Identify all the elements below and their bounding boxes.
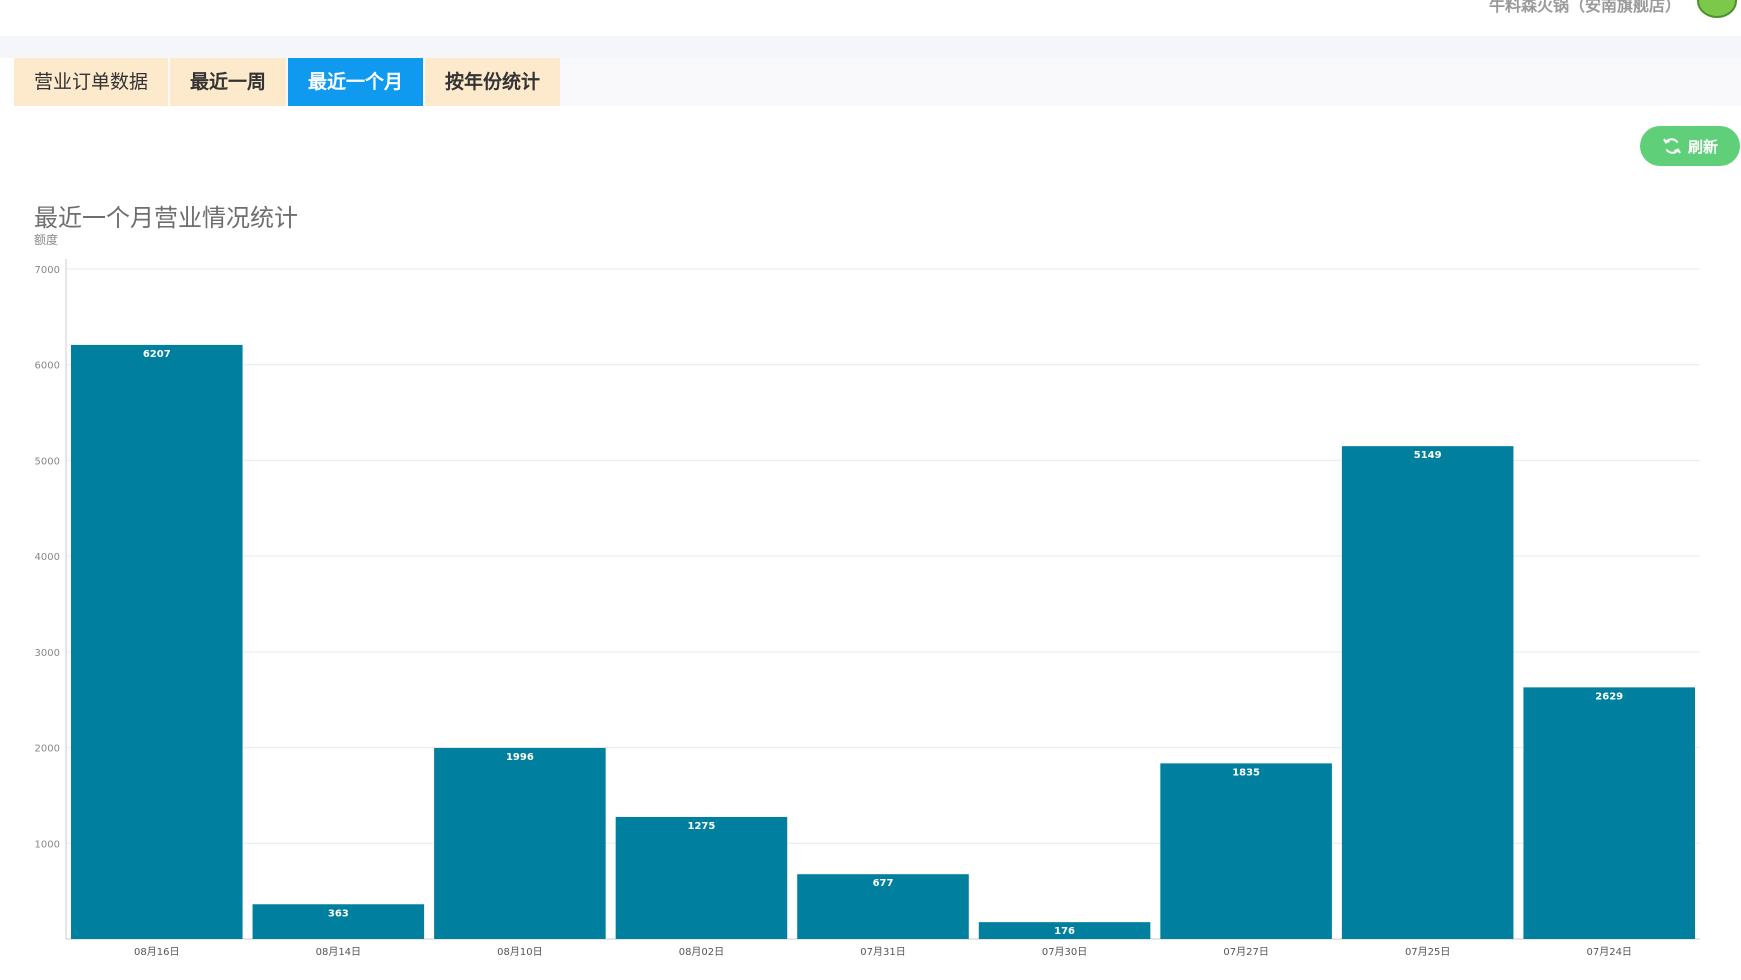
x-tick-label: 07月27日 xyxy=(1223,946,1268,958)
x-tick-label: 08月10日 xyxy=(497,946,542,958)
bar-value-label: 2629 xyxy=(1595,691,1623,702)
bar-value-label: 677 xyxy=(873,878,894,889)
bar-value-label: 1835 xyxy=(1232,767,1260,778)
bar xyxy=(1523,687,1695,939)
bar xyxy=(1160,763,1332,939)
y-tick-label: 4000 xyxy=(35,552,60,563)
bar-value-label: 5149 xyxy=(1414,450,1442,461)
bar-value-label: 6207 xyxy=(143,349,171,360)
bar-value-label: 176 xyxy=(1054,926,1075,937)
x-tick-label: 07月25日 xyxy=(1405,946,1450,958)
bar xyxy=(434,747,606,939)
y-tick-label: 2000 xyxy=(35,744,60,755)
bar-value-label: 363 xyxy=(328,908,349,919)
y-tick-label: 1000 xyxy=(35,839,60,850)
x-tick-label: 08月02日 xyxy=(679,946,724,958)
bar xyxy=(1341,446,1514,939)
bar xyxy=(71,344,243,939)
y-tick-label: 6000 xyxy=(35,361,60,372)
x-tick-label: 07月24日 xyxy=(1586,946,1631,958)
x-tick-label: 07月31日 xyxy=(860,946,905,958)
bar-chart: 1000 2000 3000 4000 5000 6000 7000 6207 08月16日 36… xyxy=(35,259,1700,958)
x-tick-label: 08月14日 xyxy=(316,946,361,958)
y-tick-label: 5000 xyxy=(35,456,60,467)
bar-value-label: 1996 xyxy=(506,752,534,763)
x-tick-label: 07月30日 xyxy=(1042,946,1087,958)
x-tick-label: 08月16日 xyxy=(134,946,179,958)
bar-value-label: 1275 xyxy=(688,821,716,832)
bar xyxy=(615,816,788,939)
y-tick-label: 7000 xyxy=(35,265,60,276)
y-tick-label: 3000 xyxy=(35,648,60,659)
